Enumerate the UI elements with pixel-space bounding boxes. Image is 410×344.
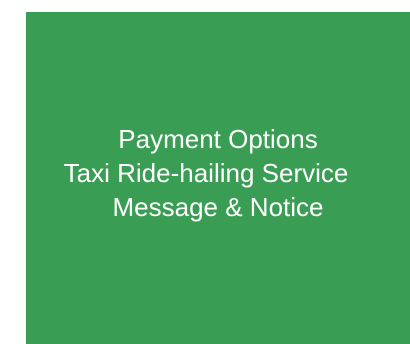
menu-item-taxi-ride-hailing-service[interactable]: Taxi Ride-hailing Service — [64, 156, 349, 190]
menu-panel: Payment Options Taxi Ride-hailing Servic… — [26, 12, 410, 344]
menu-item-payment-options[interactable]: Payment Options — [118, 122, 317, 156]
menu-item-message-notice[interactable]: Message & Notice — [113, 190, 324, 224]
menu-list: Payment Options Taxi Ride-hailing Servic… — [26, 122, 410, 224]
